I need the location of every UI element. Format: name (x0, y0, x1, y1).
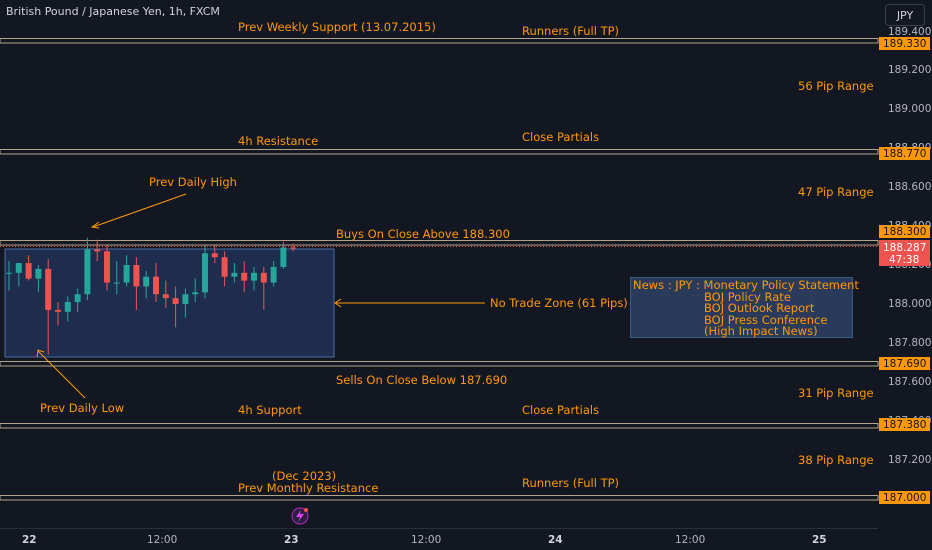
price-tag-187380: 187.380 (883, 419, 926, 431)
candle-body (260, 272, 267, 283)
level-line-187000 (0, 495, 879, 501)
news-box: News : JPY : Monetary Policy Statement B… (630, 277, 859, 338)
price-tag-187000: 187.000 (883, 492, 926, 504)
candle (84, 237, 91, 301)
candle-body (6, 272, 12, 274)
prev-daily-high-label: Prev Daily High (149, 175, 237, 189)
price-tag-189330: 189.330 (883, 38, 926, 50)
candle-body (25, 263, 32, 279)
currency-button[interactable]: JPY (885, 4, 925, 26)
support-4h-label: 4h Support (238, 403, 302, 417)
prev-weekly-support-label: Prev Weekly Support (13.07.2015) (238, 20, 436, 34)
price-tag-187690: 187.690 (883, 358, 926, 370)
time-tick: 12:00 (675, 534, 705, 546)
candle-body (231, 272, 238, 277)
candle-body (162, 294, 169, 299)
resistance-4h-label: 4h Resistance (238, 134, 318, 148)
prev-daily-low-arrow (37, 350, 86, 399)
candle-body (172, 298, 179, 304)
price-tick: 188.000 (888, 298, 931, 310)
candle-body (55, 309, 61, 312)
range-56-label: 56 Pip Range (798, 79, 874, 93)
current-price-countdown: 47:38 (889, 254, 919, 266)
candle-body (123, 265, 130, 283)
runners-bottom-label: Runners (Full TP) (522, 476, 619, 490)
candle-body (211, 253, 218, 258)
candle-body (221, 257, 228, 277)
candle-body (84, 249, 91, 295)
price-tick: 187.200 (888, 454, 931, 466)
candle (202, 245, 208, 299)
time-axis[interactable]: 22 12:00 23 12:00 24 12:00 25 (22, 534, 827, 546)
time-tick: 23 (284, 534, 299, 546)
candle-body (280, 247, 287, 267)
candle-body (94, 249, 101, 252)
current-price-value: 188.287 (883, 242, 926, 254)
price-tick: 189.200 (888, 64, 931, 76)
prev-daily-low-label: Prev Daily Low (40, 401, 124, 415)
candle-body (64, 302, 71, 312)
news-line: (High Impact News) (704, 324, 818, 338)
no-trade-zone-label: No Trade Zone (61 Pips) (490, 296, 628, 310)
candle-body (182, 294, 189, 304)
close-partials-top-label: Close Partials (522, 130, 599, 144)
level-line-188300 (0, 240, 879, 246)
time-tick: 12:00 (147, 534, 177, 546)
range-38-label: 38 Pip Range (798, 453, 874, 467)
runners-top-label: Runners (Full TP) (522, 24, 619, 38)
level-line-187690 (0, 361, 879, 367)
candle-body (35, 268, 42, 279)
prev-daily-high-arrow (92, 193, 187, 228)
candle-body (15, 263, 22, 273)
range-47-label: 47 Pip Range (798, 185, 874, 199)
price-tick: 189.000 (888, 103, 931, 115)
time-tick: 12:00 (411, 534, 441, 546)
price-chart[interactable]: Prev Weekly Support (13.07.2015) Runners… (0, 0, 932, 550)
candle-body (113, 282, 120, 284)
symbol-title: British Pound / Japanese Yen, 1h, FXCM (6, 5, 220, 18)
level-line-188770 (0, 149, 879, 155)
candle-body (202, 253, 208, 293)
price-tick: 187.600 (888, 376, 931, 388)
candle-body (143, 276, 150, 287)
lightning-icon[interactable] (291, 507, 309, 525)
candle-body (241, 272, 248, 281)
candle-body (270, 266, 277, 283)
time-tick: 24 (548, 534, 563, 546)
candle-body (133, 265, 140, 287)
level-line-187380 (0, 423, 879, 429)
prev-monthly-resistance-label: Prev Monthly Resistance (238, 481, 378, 495)
price-tag-188770: 188.770 (883, 148, 926, 160)
buys-on-close-label: Buys On Close Above 188.300 (336, 227, 510, 241)
price-tick: 189.400 (888, 26, 931, 38)
sells-on-close-label: Sells On Close Below 187.690 (336, 373, 507, 387)
candle-body (153, 276, 159, 295)
candle-body (74, 294, 81, 303)
candle-body (192, 292, 199, 295)
price-tick: 187.800 (888, 337, 931, 349)
candle (280, 241, 287, 269)
time-tick: 22 (22, 534, 37, 546)
candle-body (45, 268, 52, 310)
candle-body (290, 247, 297, 249)
time-tick: 25 (812, 534, 827, 546)
candle-body (251, 272, 257, 281)
candle-body (104, 251, 110, 283)
price-tag-188300: 188.300 (883, 226, 926, 238)
close-partials-bottom-label: Close Partials (522, 403, 599, 417)
range-31-label: 31 Pip Range (798, 386, 874, 400)
level-line-189330 (0, 38, 879, 44)
price-tick: 188.600 (888, 181, 931, 193)
